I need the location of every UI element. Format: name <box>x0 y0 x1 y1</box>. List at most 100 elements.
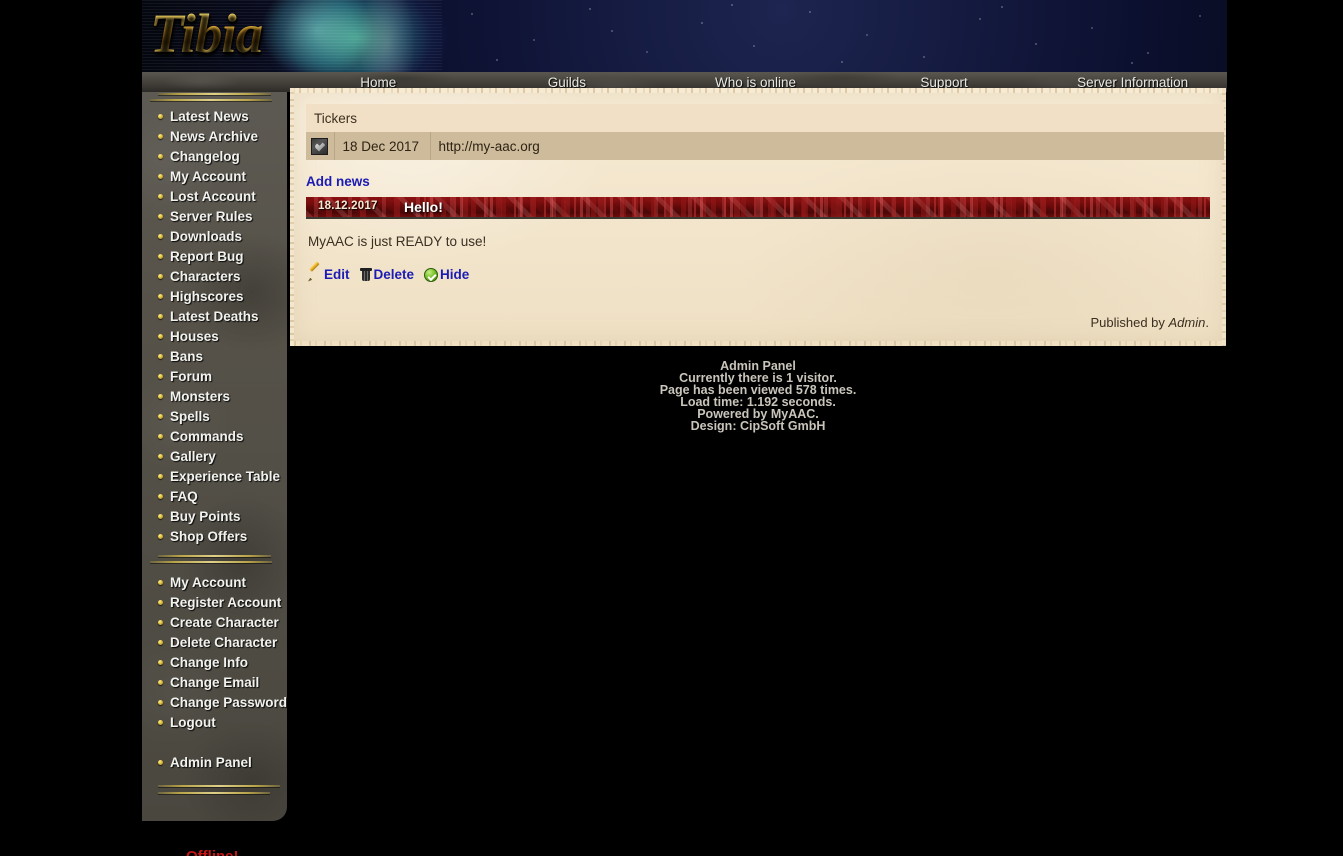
sidebar-item-label: Latest News <box>170 109 249 124</box>
sidebar-item-news-archive[interactable]: News Archive <box>142 126 287 146</box>
bullet-icon <box>158 254 163 259</box>
bullet-icon <box>158 454 163 459</box>
bullet-icon <box>158 514 163 519</box>
sidebar-item-label: Server Rules <box>170 209 253 224</box>
sidebar-item-account-my-account[interactable]: My Account <box>142 572 287 592</box>
trash-icon <box>360 268 372 281</box>
sidebar-item-server-rules[interactable]: Server Rules <box>142 206 287 226</box>
published-suffix: . <box>1205 315 1209 330</box>
add-news-link[interactable]: Add news <box>306 174 370 189</box>
sidebar: Latest News News Archive Changelog My Ac… <box>142 92 287 821</box>
sidebar-item-create-character[interactable]: Create Character <box>142 612 287 632</box>
sidebar-item-my-account[interactable]: My Account <box>142 166 287 186</box>
sidebar-item-lost-account[interactable]: Lost Account <box>142 186 287 206</box>
ticker-date: 18 Dec 2017 <box>334 132 430 160</box>
published-author: Admin <box>1169 315 1206 330</box>
torn-edge-left <box>290 88 294 346</box>
page-footer: Admin Panel Currently there is 1 visitor… <box>290 360 1226 432</box>
sidebar-item-gallery[interactable]: Gallery <box>142 446 287 466</box>
sidebar-item-label: Latest Deaths <box>170 309 259 324</box>
sidebar-item-label: Characters <box>170 269 241 284</box>
bullet-icon <box>158 580 163 585</box>
bullet-icon <box>158 374 163 379</box>
edit-button[interactable]: Edit <box>308 267 350 282</box>
published-by: Published by Admin. <box>1090 315 1209 330</box>
bullet-icon <box>158 720 163 725</box>
sidebar-item-label: Report Bug <box>170 249 244 264</box>
sidebar-item-label: Bans <box>170 349 203 364</box>
bullet-icon <box>158 174 163 179</box>
delete-button[interactable]: Delete <box>360 267 415 282</box>
bullet-icon <box>158 640 163 645</box>
sidebar-item-label: Buy Points <box>170 509 241 524</box>
sidebar-item-buy-points[interactable]: Buy Points <box>142 506 287 526</box>
news-title: Hello! <box>404 199 443 215</box>
bullet-icon <box>158 274 163 279</box>
sidebar-item-highscores[interactable]: Highscores <box>142 286 287 306</box>
sidebar-item-spells[interactable]: Spells <box>142 406 287 426</box>
delete-label: Delete <box>374 267 415 282</box>
sidebar-item-register-account[interactable]: Register Account <box>142 592 287 612</box>
sidebar-item-label: Monsters <box>170 389 230 404</box>
sidebar-item-delete-character[interactable]: Delete Character <box>142 632 287 652</box>
sidebar-item-changelog[interactable]: Changelog <box>142 146 287 166</box>
bullet-icon <box>158 194 163 199</box>
hide-label: Hide <box>440 267 469 282</box>
bullet-icon <box>158 600 163 605</box>
ticker-text: http://my-aac.org <box>430 132 1224 160</box>
sidebar-item-experience-table[interactable]: Experience Table <box>142 466 287 486</box>
sidebar-item-label: Highscores <box>170 289 244 304</box>
bullet-icon <box>158 474 163 479</box>
sidebar-item-commands[interactable]: Commands <box>142 426 287 446</box>
sidebar-item-bans[interactable]: Bans <box>142 346 287 366</box>
bullet-icon <box>158 154 163 159</box>
pencil-icon <box>308 268 322 282</box>
sidebar-item-logout[interactable]: Logout <box>142 712 287 732</box>
page-root: Tibia Home Guilds Who is online Support … <box>0 0 1343 856</box>
sidebar-item-houses[interactable]: Houses <box>142 326 287 346</box>
bullet-icon <box>158 620 163 625</box>
hide-button[interactable]: Hide <box>424 267 469 282</box>
bullet-icon <box>158 214 163 219</box>
sidebar-item-label: Forum <box>170 369 212 384</box>
tickers-table-header-row: Tickers <box>306 104 1224 132</box>
sidebar-item-admin-panel[interactable]: Admin Panel <box>142 752 287 772</box>
sidebar-item-label: Change Email <box>170 675 259 690</box>
edit-label: Edit <box>324 267 350 282</box>
sidebar-item-change-info[interactable]: Change Info <box>142 652 287 672</box>
sidebar-item-label: Lost Account <box>170 189 256 204</box>
bullet-icon <box>158 234 163 239</box>
sidebar-item-label: Shop Offers <box>170 529 247 544</box>
sidebar-item-label: Admin Panel <box>170 755 252 770</box>
site-logo[interactable]: Tibia <box>150 5 262 63</box>
bullet-icon <box>158 660 163 665</box>
sidebar-item-label: Create Character <box>170 615 279 630</box>
sidebar-item-latest-news[interactable]: Latest News <box>142 106 287 126</box>
ticker-icon-cell <box>306 132 334 160</box>
table-row[interactable]: 18 Dec 2017 http://my-aac.org <box>306 132 1224 160</box>
sidebar-item-change-password[interactable]: Change Password <box>142 692 287 712</box>
bullet-icon <box>158 680 163 685</box>
ticker-tool-icon <box>311 138 328 155</box>
sidebar-item-latest-deaths[interactable]: Latest Deaths <box>142 306 287 326</box>
bullet-icon <box>158 760 163 765</box>
sidebar-item-downloads[interactable]: Downloads <box>142 226 287 246</box>
sidebar-item-monsters[interactable]: Monsters <box>142 386 287 406</box>
sidebar-item-label: Spells <box>170 409 210 424</box>
sidebar-item-faq[interactable]: FAQ <box>142 486 287 506</box>
bullet-icon <box>158 314 163 319</box>
status-badge-offline: Offline! <box>186 848 239 856</box>
sidebar-item-shop-offers[interactable]: Shop Offers <box>142 526 287 546</box>
sidebar-item-change-email[interactable]: Change Email <box>142 672 287 692</box>
bullet-icon <box>158 700 163 705</box>
sidebar-item-label: FAQ <box>170 489 198 504</box>
sidebar-item-label: Gallery <box>170 449 216 464</box>
sidebar-item-characters[interactable]: Characters <box>142 266 287 286</box>
sidebar-menu-group-general: Latest News News Archive Changelog My Ac… <box>142 102 287 546</box>
bullet-icon <box>158 494 163 499</box>
sidebar-item-label: Logout <box>170 715 216 730</box>
bullet-icon <box>158 354 163 359</box>
sidebar-item-forum[interactable]: Forum <box>142 366 287 386</box>
sidebar-item-report-bug[interactable]: Report Bug <box>142 246 287 266</box>
published-prefix: Published by <box>1090 315 1168 330</box>
